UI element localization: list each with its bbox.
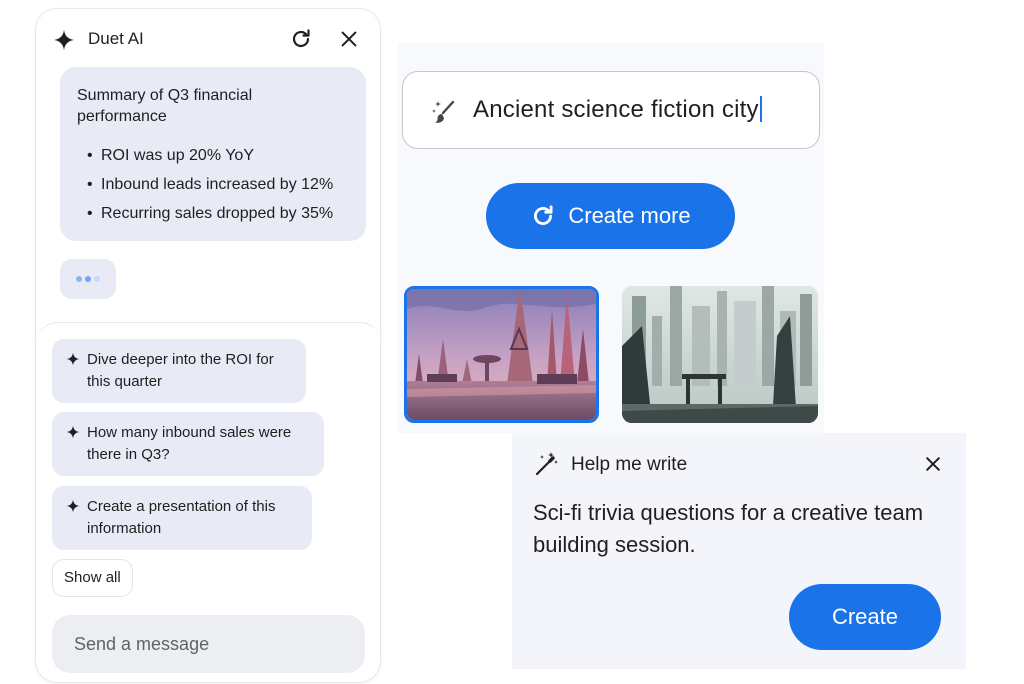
text-caret: [759, 96, 762, 122]
prompt-text: Ancient science fiction city: [473, 96, 762, 124]
duet-header: Duet AI: [36, 9, 380, 69]
sparkle-icon: [66, 499, 80, 513]
city-image: [407, 289, 596, 420]
summary-card: Summary of Q3 financial performance ROI …: [60, 67, 366, 241]
prompt-field[interactable]: Ancient science fiction city: [402, 71, 820, 149]
typing-dot: [85, 276, 91, 282]
suggestion-text: How many inbound sales were there in Q3?: [87, 424, 292, 463]
help-me-write-title: Help me write: [571, 454, 688, 475]
bullet-item: Recurring sales dropped by 35%: [87, 203, 333, 232]
close-button[interactable]: [335, 25, 363, 53]
prompt-value: Ancient science fiction city: [473, 96, 759, 123]
help-me-write-text[interactable]: Sci-fi trivia questions for a creative t…: [533, 497, 933, 561]
panel-title: Duet AI: [88, 29, 144, 48]
suggestions-area: Dive deeper into the ROI for this quarte…: [36, 322, 382, 684]
image-generation-panel: Ancient science fiction city Create more: [398, 43, 824, 433]
sparkle-icon: [53, 29, 75, 51]
suggestion-chip[interactable]: Dive deeper into the ROI for this quarte…: [52, 339, 306, 403]
sparkle-icon: [66, 425, 80, 439]
close-icon: [926, 457, 940, 471]
close-button[interactable]: [920, 451, 946, 477]
suggestion-text: Create a presentation of this informatio…: [87, 498, 276, 537]
close-icon: [341, 31, 357, 47]
message-input[interactable]: [52, 615, 365, 673]
generated-image[interactable]: [622, 286, 818, 423]
city-image: [622, 286, 818, 423]
suggestion-chip[interactable]: How many inbound sales were there in Q3?: [52, 412, 324, 476]
summary-bullets: ROI was up 20% YoY Inbound leads increas…: [87, 145, 333, 232]
typing-dot: [94, 276, 100, 282]
magic-brush-icon: [432, 100, 455, 123]
typing-indicator: [60, 259, 116, 299]
magic-wand-icon: [535, 452, 558, 476]
suggestion-text: Dive deeper into the ROI for this quarte…: [87, 351, 274, 390]
show-all-button[interactable]: Show all: [52, 559, 133, 597]
sparkle-icon: [66, 352, 80, 366]
refresh-icon: [292, 29, 310, 48]
generated-image-selected[interactable]: [404, 286, 599, 423]
create-more-button[interactable]: Create more: [486, 183, 735, 249]
bullet-item: ROI was up 20% YoY: [87, 145, 333, 174]
bullet-item: Inbound leads increased by 12%: [87, 174, 333, 203]
summary-title: Summary of Q3 financial performance: [77, 87, 253, 125]
refresh-button[interactable]: [287, 25, 315, 53]
create-more-label: Create more: [568, 203, 691, 228]
help-me-write-panel: Help me write Sci-fi trivia questions fo…: [512, 433, 966, 669]
duet-ai-panel: Duet AI Summary of Q3 financial performa…: [35, 8, 382, 684]
refresh-icon: [534, 205, 553, 225]
suggestion-chip[interactable]: Create a presentation of this informatio…: [52, 486, 312, 550]
create-button[interactable]: Create: [789, 584, 941, 650]
typing-dot: [76, 276, 82, 282]
